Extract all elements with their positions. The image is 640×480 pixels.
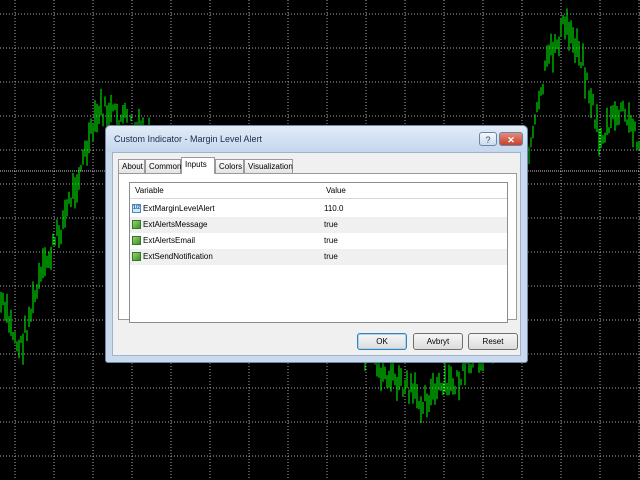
table-header: Variable Value (130, 183, 507, 199)
tab-visualization[interactable]: Visualization (244, 159, 293, 173)
double-type-icon: 1/2 (132, 204, 141, 213)
tab-inputs[interactable]: Inputs (181, 157, 215, 174)
custom-indicator-dialog: Custom Indicator - Margin Level Alert ? … (105, 125, 528, 363)
table-row[interactable]: ExtAlertsEmail true (130, 233, 507, 249)
variable-value[interactable]: true (324, 236, 338, 245)
dialog-titlebar[interactable]: Custom Indicator - Margin Level Alert ? … (106, 126, 527, 152)
variable-value[interactable]: true (324, 252, 338, 261)
inputs-panel: Variable Value 1/2 ExtMarginLevelAlert 1… (118, 173, 517, 323)
tab-common[interactable]: Common (145, 159, 181, 173)
inputs-table: Variable Value 1/2 ExtMarginLevelAlert 1… (129, 182, 508, 323)
table-row[interactable]: ExtAlertsMessage true (130, 217, 507, 233)
tab-about[interactable]: About (118, 159, 145, 173)
variable-name: ExtAlertsEmail (143, 236, 196, 245)
variable-value[interactable]: true (324, 220, 338, 229)
table-row[interactable]: 1/2 ExtMarginLevelAlert 110.0 (130, 201, 507, 217)
variable-name: ExtMarginLevelAlert (143, 204, 215, 213)
bool-type-icon (132, 236, 141, 245)
dialog-client: About Common Inputs Colors Visualization… (112, 152, 521, 356)
table-row[interactable]: ExtSendNotification true (130, 249, 507, 265)
reset-button[interactable]: Reset (468, 333, 518, 350)
cancel-button[interactable]: Avbryt (413, 333, 463, 350)
ok-button[interactable]: OK (357, 333, 407, 350)
tab-colors[interactable]: Colors (215, 159, 244, 173)
variable-value[interactable]: 110.0 (324, 204, 343, 213)
bool-type-icon (132, 252, 141, 261)
column-header-value[interactable]: Value (326, 186, 346, 195)
variable-name: ExtSendNotification (143, 252, 213, 261)
variable-name: ExtAlertsMessage (143, 220, 208, 229)
help-button[interactable]: ? (479, 132, 497, 146)
close-button[interactable]: ✕ (499, 132, 523, 146)
bool-type-icon (132, 220, 141, 229)
dialog-title: Custom Indicator - Margin Level Alert (114, 134, 263, 144)
column-header-variable[interactable]: Variable (135, 186, 164, 195)
